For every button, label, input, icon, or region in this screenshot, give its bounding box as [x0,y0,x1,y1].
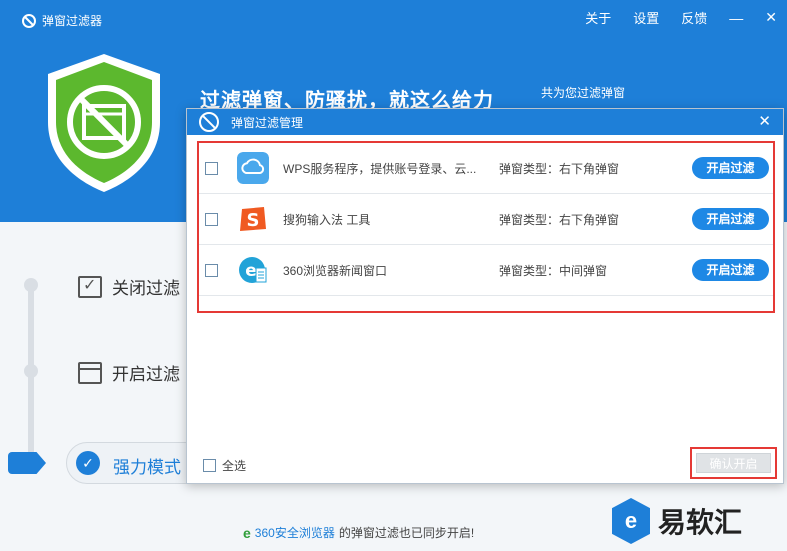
browser-360-icon: e [239,257,267,283]
mode-label: 开启过滤 [112,365,180,384]
popup-type: 弹窗类型：右下角弹窗 [499,161,620,176]
enable-filter-button[interactable]: 开启过滤 [692,157,769,179]
popup-type: 弹窗类型：右下角弹窗 [499,212,620,227]
row-checkbox[interactable] [205,263,218,277]
list-item: S 搜狗输入法 工具 弹窗类型：右下角弹窗 开启过滤 [199,194,773,245]
timeline-dot-close [24,278,38,292]
window-close-button[interactable]: ✕ [765,9,777,26]
dialog-title-bar: 弹窗过滤管理 [187,109,783,135]
app-name: 360浏览器新闻窗口 [283,263,388,278]
confirm-enable-button[interactable]: 确认开启 [696,453,771,473]
row-checkbox[interactable] [205,212,218,226]
row-checkbox[interactable] [205,161,218,175]
top-menu: 关于 设置 反馈 — ✕ [563,8,777,27]
mode-label: 关闭过滤 [112,279,180,298]
cloud-icon [237,152,269,184]
mode-close-filter[interactable]: 关闭过滤 [78,274,180,299]
filter-count-text: 共为您过滤弹窗 [541,86,626,100]
select-all-checkbox[interactable] [203,459,216,472]
list-item: WPS服务程序，提供账号登录、云... 弹窗类型：右下角弹窗 开启过滤 [199,143,773,194]
window-icon [78,361,102,384]
browser-e-icon: e [243,524,251,541]
app-title-bar: 弹窗过滤器 [22,12,102,29]
select-all-label: 全选 [222,459,247,473]
filter-icon [199,112,219,132]
popup-list: WPS服务程序，提供账号登录、云... 弹窗类型：右下角弹窗 开启过滤 S 搜狗… [197,141,775,313]
dialog-title: 弹窗过滤管理 [231,115,304,130]
enable-filter-button[interactable]: 开启过滤 [692,208,769,230]
filter-logo-icon [22,13,36,28]
settings-link[interactable]: 设置 [633,8,659,27]
dialog-close-button[interactable]: ✕ [758,112,771,130]
confirm-highlight: 确认开启 [690,447,777,479]
timeline-dot-open [24,364,38,378]
footer-text: 的弹窗过滤也已同步开启! [338,526,475,540]
filter-manager-dialog: 弹窗过滤管理 ✕ WPS服务程序，提供账号登录、云... 弹窗类型：右下角弹窗 … [186,108,784,484]
checkbox-window-icon [78,275,102,298]
svg-text:e: e [245,261,257,281]
check-circle-icon: ✓ [76,451,100,475]
popup-type: 弹窗类型：中间弹窗 [499,263,608,278]
app-title: 弹窗过滤器 [42,14,103,28]
app-name: 搜狗输入法 工具 [283,212,371,227]
footer-note: e 360安全浏览器 的弹窗过滤也已同步开启! [243,524,474,541]
watermark-logo-icon: e [612,498,650,544]
select-all[interactable]: 全选 [203,457,246,474]
list-item: e 360浏览器新闻窗口 弹窗类型：中间弹窗 开启过滤 [199,245,773,296]
watermark: e 易软汇 [612,498,742,544]
svg-text:S: S [247,210,260,231]
sogou-icon: S [237,203,269,235]
browser-brand-link[interactable]: 360安全浏览器 [255,524,335,541]
enable-filter-button[interactable]: 开启过滤 [692,259,769,281]
watermark-text: 易软汇 [658,507,743,538]
mode-open-filter[interactable]: 开启过滤 [78,360,180,385]
app-name: WPS服务程序，提供账号登录、云... [283,161,477,176]
feedback-link[interactable]: 反馈 [681,8,707,27]
shield-icon [48,54,160,192]
mode-strong-label: 强力模式 [113,458,181,477]
minimize-button[interactable]: — [729,10,743,26]
about-link[interactable]: 关于 [585,8,611,27]
